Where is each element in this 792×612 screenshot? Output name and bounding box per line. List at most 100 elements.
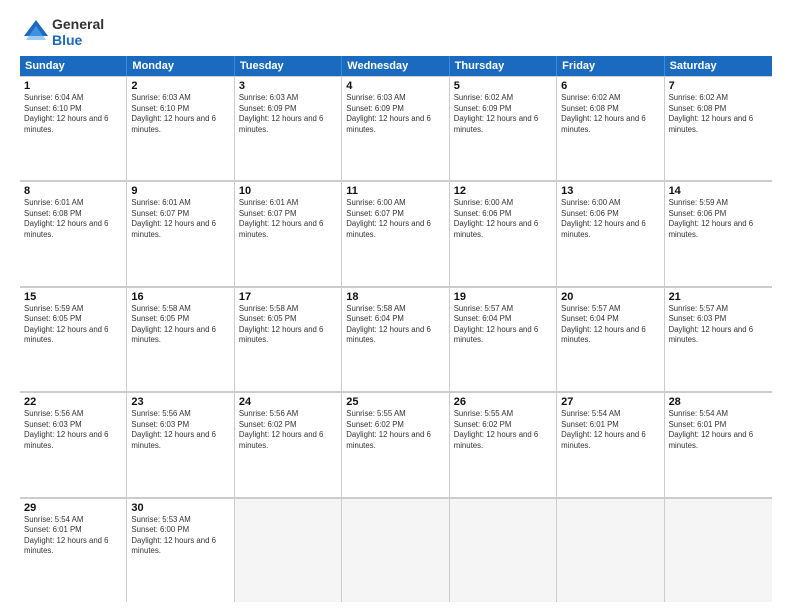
- cal-cell-2-4: 19Sunrise: 5:57 AM Sunset: 6:04 PM Dayli…: [450, 287, 557, 391]
- cal-cell-3-0: 22Sunrise: 5:56 AM Sunset: 6:03 PM Dayli…: [20, 392, 127, 496]
- day-info: Sunrise: 6:01 AM Sunset: 6:07 PM Dayligh…: [131, 198, 229, 240]
- day-info: Sunrise: 6:03 AM Sunset: 6:10 PM Dayligh…: [131, 93, 229, 135]
- week-row-0: 1Sunrise: 6:04 AM Sunset: 6:10 PM Daylig…: [20, 76, 772, 181]
- cal-cell-3-6: 28Sunrise: 5:54 AM Sunset: 6:01 PM Dayli…: [665, 392, 772, 496]
- cal-cell-3-1: 23Sunrise: 5:56 AM Sunset: 6:03 PM Dayli…: [127, 392, 234, 496]
- day-number: 21: [669, 291, 768, 303]
- day-info: Sunrise: 5:54 AM Sunset: 6:01 PM Dayligh…: [561, 409, 659, 451]
- cal-cell-2-0: 15Sunrise: 5:59 AM Sunset: 6:05 PM Dayli…: [20, 287, 127, 391]
- day-number: 12: [454, 185, 552, 197]
- header-monday: Monday: [127, 56, 234, 76]
- day-number: 28: [669, 396, 768, 408]
- week-row-4: 29Sunrise: 5:54 AM Sunset: 6:01 PM Dayli…: [20, 498, 772, 602]
- day-number: 22: [24, 396, 122, 408]
- cal-cell-4-4: [450, 498, 557, 602]
- cal-cell-3-2: 24Sunrise: 5:56 AM Sunset: 6:02 PM Dayli…: [235, 392, 342, 496]
- day-info: Sunrise: 6:02 AM Sunset: 6:08 PM Dayligh…: [561, 93, 659, 135]
- day-info: Sunrise: 5:59 AM Sunset: 6:05 PM Dayligh…: [24, 304, 122, 346]
- cal-cell-3-5: 27Sunrise: 5:54 AM Sunset: 6:01 PM Dayli…: [557, 392, 664, 496]
- calendar: Sunday Monday Tuesday Wednesday Thursday…: [20, 56, 772, 602]
- day-info: Sunrise: 5:57 AM Sunset: 6:04 PM Dayligh…: [454, 304, 552, 346]
- day-number: 9: [131, 185, 229, 197]
- cal-cell-2-1: 16Sunrise: 5:58 AM Sunset: 6:05 PM Dayli…: [127, 287, 234, 391]
- cal-cell-0-4: 5Sunrise: 6:02 AM Sunset: 6:09 PM Daylig…: [450, 76, 557, 180]
- cal-cell-1-5: 13Sunrise: 6:00 AM Sunset: 6:06 PM Dayli…: [557, 181, 664, 285]
- day-number: 30: [131, 502, 229, 514]
- cal-cell-0-2: 3Sunrise: 6:03 AM Sunset: 6:09 PM Daylig…: [235, 76, 342, 180]
- header-wednesday: Wednesday: [342, 56, 449, 76]
- day-number: 26: [454, 396, 552, 408]
- day-number: 14: [669, 185, 768, 197]
- cal-cell-0-6: 7Sunrise: 6:02 AM Sunset: 6:08 PM Daylig…: [665, 76, 772, 180]
- header: General Blue: [20, 16, 772, 48]
- day-info: Sunrise: 6:03 AM Sunset: 6:09 PM Dayligh…: [346, 93, 444, 135]
- day-info: Sunrise: 5:56 AM Sunset: 6:02 PM Dayligh…: [239, 409, 337, 451]
- day-info: Sunrise: 6:01 AM Sunset: 6:07 PM Dayligh…: [239, 198, 337, 240]
- day-number: 18: [346, 291, 444, 303]
- day-info: Sunrise: 5:55 AM Sunset: 6:02 PM Dayligh…: [454, 409, 552, 451]
- day-info: Sunrise: 5:57 AM Sunset: 6:03 PM Dayligh…: [669, 304, 768, 346]
- day-number: 7: [669, 80, 768, 92]
- cal-cell-1-2: 10Sunrise: 6:01 AM Sunset: 6:07 PM Dayli…: [235, 181, 342, 285]
- cal-cell-1-0: 8Sunrise: 6:01 AM Sunset: 6:08 PM Daylig…: [20, 181, 127, 285]
- day-number: 4: [346, 80, 444, 92]
- header-tuesday: Tuesday: [235, 56, 342, 76]
- day-info: Sunrise: 5:57 AM Sunset: 6:04 PM Dayligh…: [561, 304, 659, 346]
- day-number: 24: [239, 396, 337, 408]
- cal-cell-2-6: 21Sunrise: 5:57 AM Sunset: 6:03 PM Dayli…: [665, 287, 772, 391]
- day-number: 16: [131, 291, 229, 303]
- logo-line1: General: [52, 16, 104, 32]
- day-number: 17: [239, 291, 337, 303]
- cal-cell-4-5: [557, 498, 664, 602]
- cal-cell-3-3: 25Sunrise: 5:55 AM Sunset: 6:02 PM Dayli…: [342, 392, 449, 496]
- cal-cell-2-5: 20Sunrise: 5:57 AM Sunset: 6:04 PM Dayli…: [557, 287, 664, 391]
- cal-cell-3-4: 26Sunrise: 5:55 AM Sunset: 6:02 PM Dayli…: [450, 392, 557, 496]
- day-number: 10: [239, 185, 337, 197]
- cal-cell-4-2: [235, 498, 342, 602]
- cal-cell-1-1: 9Sunrise: 6:01 AM Sunset: 6:07 PM Daylig…: [127, 181, 234, 285]
- day-info: Sunrise: 5:58 AM Sunset: 6:05 PM Dayligh…: [131, 304, 229, 346]
- day-number: 27: [561, 396, 659, 408]
- logo-line2: Blue: [52, 32, 104, 48]
- day-number: 23: [131, 396, 229, 408]
- day-info: Sunrise: 5:54 AM Sunset: 6:01 PM Dayligh…: [669, 409, 768, 451]
- day-info: Sunrise: 6:01 AM Sunset: 6:08 PM Dayligh…: [24, 198, 122, 240]
- week-row-2: 15Sunrise: 5:59 AM Sunset: 6:05 PM Dayli…: [20, 287, 772, 392]
- day-info: Sunrise: 5:55 AM Sunset: 6:02 PM Dayligh…: [346, 409, 444, 451]
- header-thursday: Thursday: [450, 56, 557, 76]
- header-sunday: Sunday: [20, 56, 127, 76]
- cal-cell-2-3: 18Sunrise: 5:58 AM Sunset: 6:04 PM Dayli…: [342, 287, 449, 391]
- cal-cell-1-6: 14Sunrise: 5:59 AM Sunset: 6:06 PM Dayli…: [665, 181, 772, 285]
- cal-cell-1-3: 11Sunrise: 6:00 AM Sunset: 6:07 PM Dayli…: [342, 181, 449, 285]
- day-info: Sunrise: 6:00 AM Sunset: 6:06 PM Dayligh…: [561, 198, 659, 240]
- day-info: Sunrise: 6:00 AM Sunset: 6:06 PM Dayligh…: [454, 198, 552, 240]
- day-info: Sunrise: 6:04 AM Sunset: 6:10 PM Dayligh…: [24, 93, 122, 135]
- day-info: Sunrise: 5:56 AM Sunset: 6:03 PM Dayligh…: [131, 409, 229, 451]
- day-info: Sunrise: 6:02 AM Sunset: 6:08 PM Dayligh…: [669, 93, 768, 135]
- day-info: Sunrise: 5:59 AM Sunset: 6:06 PM Dayligh…: [669, 198, 768, 240]
- day-info: Sunrise: 5:58 AM Sunset: 6:05 PM Dayligh…: [239, 304, 337, 346]
- cal-cell-0-1: 2Sunrise: 6:03 AM Sunset: 6:10 PM Daylig…: [127, 76, 234, 180]
- cal-cell-0-5: 6Sunrise: 6:02 AM Sunset: 6:08 PM Daylig…: [557, 76, 664, 180]
- header-saturday: Saturday: [665, 56, 772, 76]
- day-info: Sunrise: 5:54 AM Sunset: 6:01 PM Dayligh…: [24, 515, 122, 557]
- day-number: 6: [561, 80, 659, 92]
- calendar-header: Sunday Monday Tuesday Wednesday Thursday…: [20, 56, 772, 76]
- week-row-3: 22Sunrise: 5:56 AM Sunset: 6:03 PM Dayli…: [20, 392, 772, 497]
- day-number: 25: [346, 396, 444, 408]
- day-number: 1: [24, 80, 122, 92]
- cal-cell-0-0: 1Sunrise: 6:04 AM Sunset: 6:10 PM Daylig…: [20, 76, 127, 180]
- week-row-1: 8Sunrise: 6:01 AM Sunset: 6:08 PM Daylig…: [20, 181, 772, 286]
- day-number: 8: [24, 185, 122, 197]
- day-info: Sunrise: 5:56 AM Sunset: 6:03 PM Dayligh…: [24, 409, 122, 451]
- cal-cell-2-2: 17Sunrise: 5:58 AM Sunset: 6:05 PM Dayli…: [235, 287, 342, 391]
- day-number: 15: [24, 291, 122, 303]
- page: General Blue Sunday Monday Tuesday Wedne…: [0, 0, 792, 612]
- day-info: Sunrise: 5:58 AM Sunset: 6:04 PM Dayligh…: [346, 304, 444, 346]
- day-number: 13: [561, 185, 659, 197]
- cal-cell-4-0: 29Sunrise: 5:54 AM Sunset: 6:01 PM Dayli…: [20, 498, 127, 602]
- logo: General Blue: [20, 16, 104, 48]
- day-info: Sunrise: 6:00 AM Sunset: 6:07 PM Dayligh…: [346, 198, 444, 240]
- day-info: Sunrise: 6:03 AM Sunset: 6:09 PM Dayligh…: [239, 93, 337, 135]
- cal-cell-4-6: [665, 498, 772, 602]
